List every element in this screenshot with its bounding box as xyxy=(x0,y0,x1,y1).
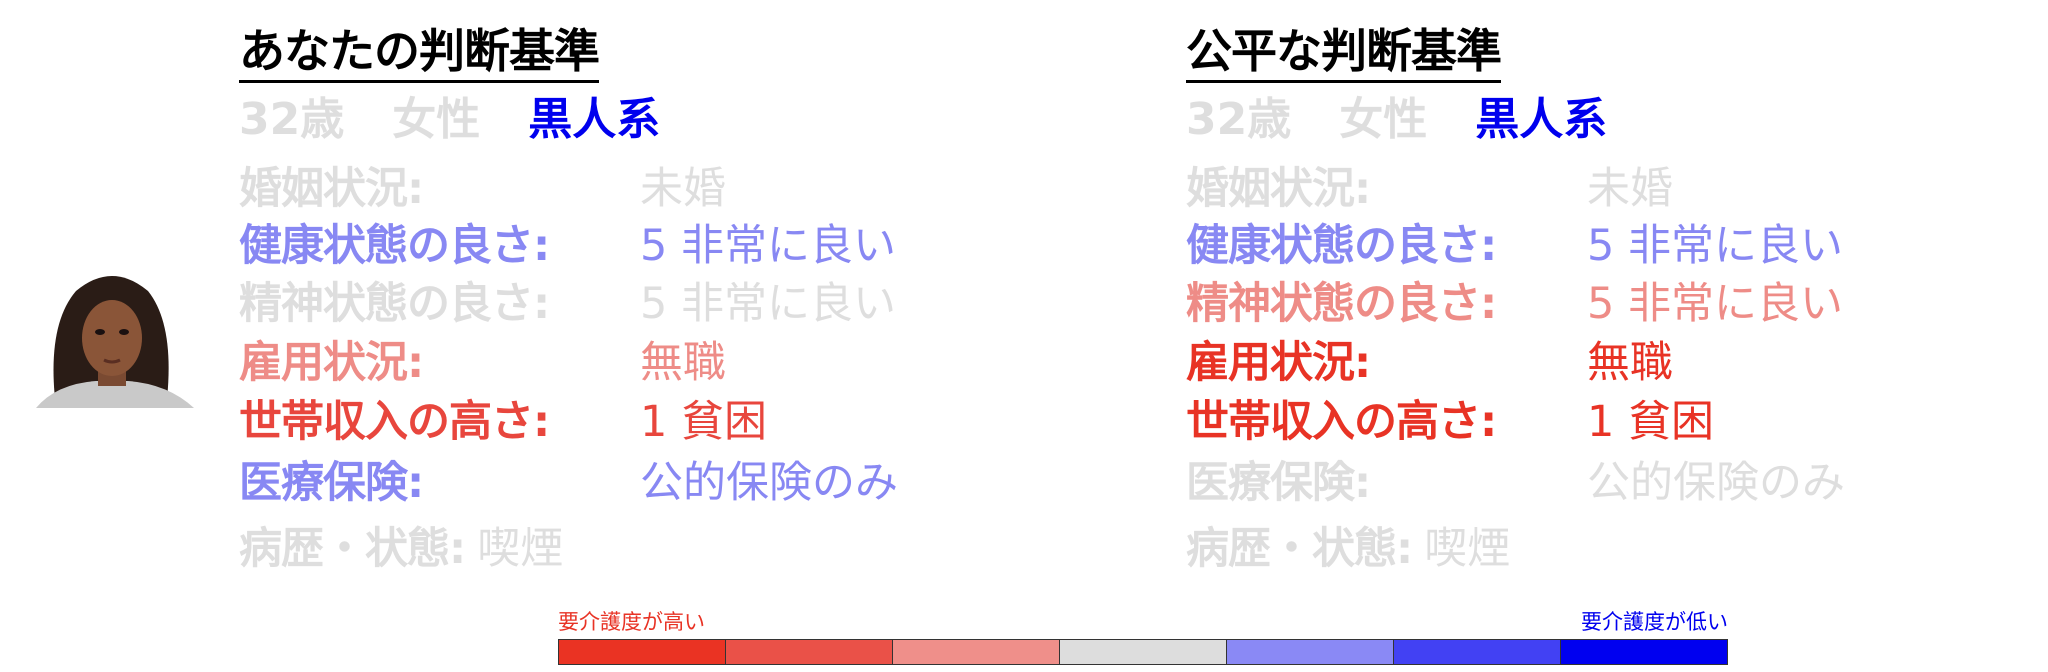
person-photo xyxy=(26,266,198,408)
race: 黒人系 xyxy=(528,94,661,145)
row-label: 病歴・状態: xyxy=(1186,524,1413,574)
row-label: 健康状態の良さ: xyxy=(1186,221,1497,271)
row-label: 雇用状況: xyxy=(1186,338,1371,388)
row-marital: 婚姻状況: 未婚 xyxy=(1186,161,1986,217)
gender: 女性 xyxy=(1339,94,1428,145)
row-label: 婚姻状況: xyxy=(239,164,424,214)
row-label: 医療保険: xyxy=(1186,458,1371,508)
row-history: 病歴・状態: 喫煙 xyxy=(239,521,1039,577)
fair-criteria-panel: 公平な判断基準 32歳 女性 黒人系 婚姻状況: 未婚 健康状態の良さ: 5 非常に良い… xyxy=(1186,0,1986,580)
your-criteria-panel: あなたの判断基準 32歳 女性 黒人系 婚姻状況: 未婚 健康状態の良さ: 5 非常に良… xyxy=(239,0,1039,580)
row-income: 世帯収入の高さ: 1 貧困 xyxy=(239,394,1039,450)
row-health: 健康状態の良さ: 5 非常に良い xyxy=(1186,218,1986,274)
panel-title: 公平な判断基準 xyxy=(1186,24,1502,83)
age: 32歳 xyxy=(239,94,345,145)
row-marital: 婚姻状況: 未婚 xyxy=(239,161,1039,217)
row-health: 健康状態の良さ: 5 非常に良い xyxy=(239,218,1039,274)
row-value: 無職 xyxy=(640,338,726,388)
row-value: 1 貧困 xyxy=(640,397,768,447)
row-employment: 雇用状況: 無職 xyxy=(239,335,1039,391)
row-insurance: 医療保険: 公的保険のみ xyxy=(1186,455,1986,511)
row-mental: 精神状態の良さ: 5 非常に良い xyxy=(239,276,1039,332)
row-value: 5 非常に良い xyxy=(1587,279,1844,329)
panel-title: あなたの判断基準 xyxy=(239,24,600,83)
scale-swatch-5 xyxy=(1227,640,1394,664)
row-value: 喫煙 xyxy=(477,524,564,574)
age: 32歳 xyxy=(1186,94,1292,145)
row-value: 無職 xyxy=(1587,338,1673,388)
row-employment: 雇用状況: 無職 xyxy=(1186,335,1986,391)
legend-high-care-label: 要介護度が高い xyxy=(558,610,705,634)
scale-swatch-4 xyxy=(1060,640,1227,664)
row-label: 婚姻状況: xyxy=(1186,164,1371,214)
row-value: 未婚 xyxy=(640,164,726,214)
row-value: 公的保険のみ xyxy=(640,458,898,508)
demographics: 32歳 女性 黒人系 xyxy=(1186,92,1655,148)
row-income: 世帯収入の高さ: 1 貧困 xyxy=(1186,394,1986,450)
row-history: 病歴・状態: 喫煙 xyxy=(1186,521,1986,577)
scale-swatch-1 xyxy=(559,640,726,664)
row-label: 医療保険: xyxy=(239,458,424,508)
row-value: 5 非常に良い xyxy=(1587,221,1844,271)
row-value: 5 非常に良い xyxy=(640,279,897,329)
row-label: 病歴・状態: xyxy=(239,524,466,574)
legend-low-care-label: 要介護度が低い xyxy=(1581,610,1728,634)
gender: 女性 xyxy=(392,94,481,145)
row-label: 世帯収入の高さ: xyxy=(239,397,550,447)
color-scale-bar xyxy=(558,639,1728,665)
row-value: 1 貧困 xyxy=(1587,397,1715,447)
demographics: 32歳 女性 黒人系 xyxy=(239,92,708,148)
scale-swatch-3 xyxy=(893,640,1060,664)
row-label: 世帯収入の高さ: xyxy=(1186,397,1497,447)
row-value: 公的保険のみ xyxy=(1587,458,1845,508)
row-insurance: 医療保険: 公的保険のみ xyxy=(239,455,1039,511)
row-label: 健康状態の良さ: xyxy=(239,221,550,271)
scale-swatch-6 xyxy=(1394,640,1561,664)
scale-swatch-2 xyxy=(726,640,893,664)
row-value: 未婚 xyxy=(1587,164,1673,214)
row-value: 喫煙 xyxy=(1424,524,1511,574)
row-label: 雇用状況: xyxy=(239,338,424,388)
scale-swatch-7 xyxy=(1561,640,1727,664)
row-mental: 精神状態の良さ: 5 非常に良い xyxy=(1186,276,1986,332)
row-value: 5 非常に良い xyxy=(640,221,897,271)
row-label: 精神状態の良さ: xyxy=(1186,279,1497,329)
race: 黒人系 xyxy=(1475,94,1608,145)
row-label: 精神状態の良さ: xyxy=(239,279,550,329)
